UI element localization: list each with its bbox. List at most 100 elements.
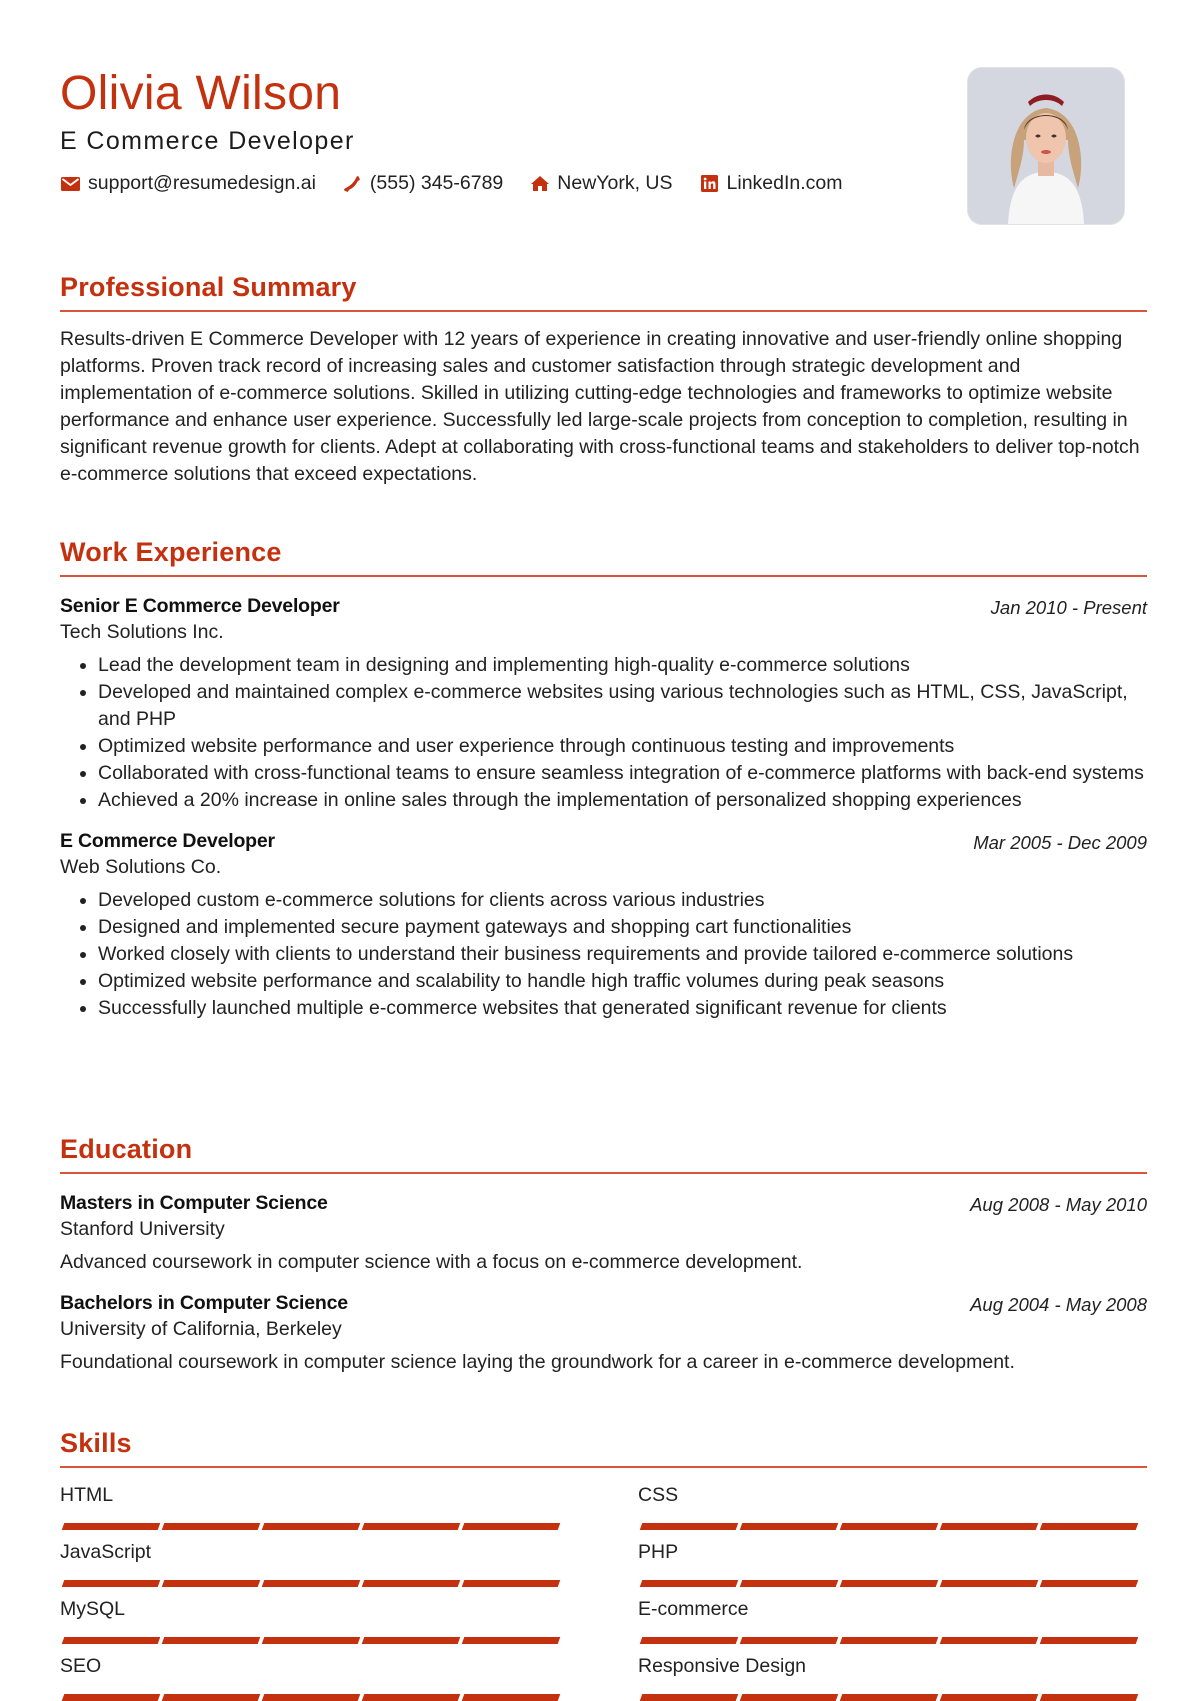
job-bullets: Lead the development team in designing a… bbox=[60, 652, 1147, 814]
skill-level-segment bbox=[361, 1580, 461, 1587]
education-description: Advanced coursework in computer science … bbox=[60, 1251, 803, 1273]
education-dates: Aug 2008 - May 2010 bbox=[970, 1194, 1147, 1215]
skill-level-segment bbox=[461, 1523, 561, 1530]
education-entry: Masters in Computer Science Stanford Uni… bbox=[60, 1190, 1147, 1276]
section-heading: Professional Summary bbox=[60, 272, 357, 302]
section-divider bbox=[60, 1466, 1147, 1468]
skill-level-segment bbox=[939, 1637, 1039, 1644]
skill-level-segment bbox=[261, 1694, 361, 1701]
job-dates: Jan 2010 - Present bbox=[990, 597, 1147, 618]
skill-item: PHP bbox=[638, 1539, 1140, 1587]
skill-level-segment bbox=[739, 1637, 839, 1644]
skill-level-bars bbox=[60, 1523, 562, 1530]
skill-level-bars bbox=[638, 1580, 1140, 1587]
skill-level-segment bbox=[639, 1580, 739, 1587]
school-name: University of California, Berkeley bbox=[60, 1318, 342, 1340]
section-divider bbox=[60, 575, 1147, 577]
section-skills: Skills HTML CSS JavaScript PHP MySQL E-commer… bbox=[60, 1426, 1147, 1701]
skill-level-segment bbox=[839, 1523, 939, 1530]
skill-level-bars bbox=[60, 1694, 562, 1701]
candidate-name: Olivia Wilson bbox=[60, 67, 342, 120]
education-entry: Bachelors in Computer Science University… bbox=[60, 1290, 1147, 1376]
skill-level-segment bbox=[161, 1580, 261, 1587]
skill-level-segment bbox=[739, 1580, 839, 1587]
skill-level-segment bbox=[461, 1580, 561, 1587]
job-bullet: Developed custom e-commerce solutions fo… bbox=[98, 887, 1147, 914]
skill-level-segment bbox=[361, 1637, 461, 1644]
job-bullet: Worked closely with clients to understan… bbox=[98, 941, 1147, 968]
skill-level-segment bbox=[61, 1694, 161, 1701]
skill-item: CSS bbox=[638, 1482, 1140, 1530]
skill-name: PHP bbox=[638, 1541, 679, 1563]
skill-level-segment bbox=[261, 1637, 361, 1644]
section-experience: Work Experience Senior E Commerce Develo… bbox=[60, 535, 1147, 1022]
education-description: Foundational coursework in computer scie… bbox=[60, 1351, 1015, 1373]
job-dates: Mar 2005 - Dec 2009 bbox=[973, 832, 1147, 853]
skill-level-segment bbox=[939, 1523, 1039, 1530]
section-summary: Professional Summary Results-driven E Co… bbox=[60, 270, 1147, 488]
skill-level-bars bbox=[638, 1694, 1140, 1701]
skill-item: E-commerce bbox=[638, 1596, 1140, 1644]
skill-item: SEO bbox=[60, 1653, 562, 1701]
skill-level-segment bbox=[261, 1523, 361, 1530]
skill-name: HTML bbox=[60, 1484, 114, 1506]
section-heading: Work Experience bbox=[60, 537, 282, 567]
job-bullet: Lead the development team in designing a… bbox=[98, 652, 1147, 679]
skill-name: SEO bbox=[60, 1655, 102, 1677]
profile-photo bbox=[968, 68, 1124, 224]
skill-level-segment bbox=[1039, 1694, 1139, 1701]
school-name: Stanford University bbox=[60, 1218, 225, 1240]
skill-level-segment bbox=[361, 1694, 461, 1701]
skill-item: MySQL bbox=[60, 1596, 562, 1644]
skill-level-bars bbox=[638, 1523, 1140, 1530]
resume-header: Olivia Wilson E Commerce Developer suppo… bbox=[60, 0, 1147, 240]
contact-email-text: support@resumedesign.ai bbox=[88, 172, 316, 194]
skill-level-segment bbox=[839, 1694, 939, 1701]
skill-name: Responsive Design bbox=[638, 1655, 807, 1677]
envelope-icon bbox=[60, 175, 81, 193]
contact-linkedin[interactable]: LinkedIn.com bbox=[699, 172, 843, 195]
skill-level-segment bbox=[61, 1580, 161, 1587]
contact-row: support@resumedesign.ai (555) 345-6789 N… bbox=[60, 172, 869, 195]
job-entry: E Commerce Developer Web Solutions Co. M… bbox=[60, 828, 1147, 1022]
phone-icon bbox=[342, 175, 363, 193]
skill-level-segment bbox=[1039, 1637, 1139, 1644]
skill-level-segment bbox=[939, 1580, 1039, 1587]
job-bullet: Achieved a 20% increase in online sales … bbox=[98, 787, 1147, 814]
contact-phone[interactable]: (555) 345-6789 bbox=[342, 172, 503, 195]
job-bullet: Developed and maintained complex e-comme… bbox=[98, 679, 1147, 733]
skill-level-bars bbox=[60, 1580, 562, 1587]
job-bullet: Designed and implemented secure payment … bbox=[98, 914, 1147, 941]
skill-level-segment bbox=[1039, 1523, 1139, 1530]
skill-item: Responsive Design bbox=[638, 1653, 1140, 1701]
skill-level-segment bbox=[739, 1694, 839, 1701]
skill-name: MySQL bbox=[60, 1598, 126, 1620]
job-bullet: Optimized website performance and user e… bbox=[98, 733, 1147, 760]
skill-level-segment bbox=[639, 1694, 739, 1701]
skill-level-segment bbox=[939, 1694, 1039, 1701]
skill-level-segment bbox=[61, 1523, 161, 1530]
resume-page: Olivia Wilson E Commerce Developer suppo… bbox=[60, 0, 1147, 1701]
job-bullet: Successfully launched multiple e-commerc… bbox=[98, 995, 1147, 1022]
contact-email[interactable]: support@resumedesign.ai bbox=[60, 172, 316, 195]
skill-level-bars bbox=[638, 1637, 1140, 1644]
section-education: Education Masters in Computer Science St… bbox=[60, 1132, 1147, 1376]
section-divider bbox=[60, 1172, 1147, 1174]
job-company: Web Solutions Co. bbox=[60, 856, 222, 878]
contact-location: NewYork, US bbox=[529, 172, 673, 195]
skill-level-segment bbox=[739, 1523, 839, 1530]
job-title: Senior E Commerce Developer bbox=[60, 595, 340, 617]
job-entry: Senior E Commerce Developer Tech Solutio… bbox=[60, 593, 1147, 814]
job-bullet: Optimized website performance and scalab… bbox=[98, 968, 1147, 995]
skill-level-segment bbox=[839, 1580, 939, 1587]
skill-level-segment bbox=[261, 1580, 361, 1587]
linkedin-icon bbox=[699, 175, 720, 193]
skill-level-segment bbox=[61, 1637, 161, 1644]
summary-text: Results-driven E Commerce Developer with… bbox=[60, 328, 1140, 485]
section-heading: Skills bbox=[60, 1428, 132, 1458]
education-dates: Aug 2004 - May 2008 bbox=[970, 1294, 1147, 1315]
skill-level-segment bbox=[161, 1523, 261, 1530]
job-company: Tech Solutions Inc. bbox=[60, 621, 224, 643]
skill-level-segment bbox=[361, 1523, 461, 1530]
candidate-title: E Commerce Developer bbox=[60, 127, 355, 155]
